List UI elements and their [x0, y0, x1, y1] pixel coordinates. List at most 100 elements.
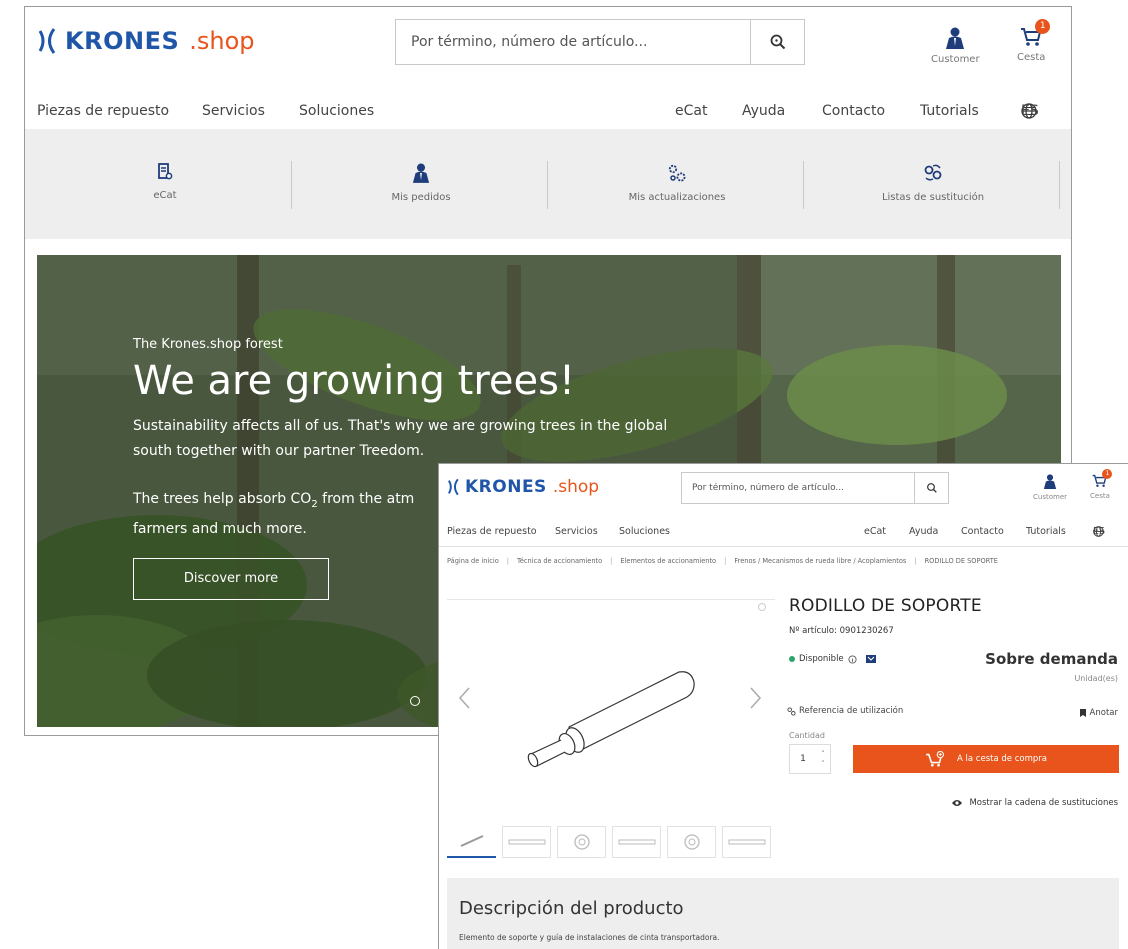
language-selector[interactable]: ES: [1021, 103, 1039, 119]
cart-label: Cesta: [1017, 52, 1046, 63]
quick-link-updates[interactable]: Mis actualizaciones: [549, 163, 805, 203]
divider: [439, 546, 1128, 547]
brand-name: KRONES: [465, 477, 547, 497]
thumbnail[interactable]: [612, 826, 661, 858]
quick-link-label: Mis actualizaciones: [628, 192, 726, 203]
chevron-up-icon[interactable]: ˄: [821, 749, 825, 759]
discover-more-button[interactable]: Discover more: [133, 557, 329, 600]
krones-logo-icon: [38, 28, 56, 54]
nav-item-solutions[interactable]: Soluciones: [619, 526, 670, 537]
nav-item-contact[interactable]: Contacto: [961, 526, 1004, 537]
breadcrumb-item[interactable]: Frenos / Mecanismos de rueda libre / Aco…: [734, 557, 906, 565]
thumbnail[interactable]: [557, 826, 606, 858]
krones-logo[interactable]: KRONES .shop: [447, 476, 599, 498]
substitution-chain-label: Mostrar la cadena de sustituciones: [969, 798, 1118, 808]
thumbnail-image: [508, 839, 545, 845]
thumbnail[interactable]: [447, 826, 496, 858]
previous-image-arrow[interactable]: [457, 686, 471, 710]
nav-item-spare-parts[interactable]: Piezas de repuesto: [447, 526, 537, 537]
cart-link[interactable]: 1 Cesta: [1090, 469, 1113, 500]
note-link[interactable]: Anotar: [1079, 708, 1118, 718]
hero-title: We are growing trees!: [133, 358, 575, 404]
breadcrumb-item[interactable]: Elementos de accionamiento: [620, 557, 716, 565]
customer-link[interactable]: Customer: [931, 27, 980, 65]
nav-item-help[interactable]: Ayuda: [742, 103, 785, 119]
nav-item-ecat[interactable]: eCat: [675, 103, 707, 119]
breadcrumb-item[interactable]: Página de inicio: [447, 557, 499, 565]
usage-reference-link[interactable]: Referencia de utilización: [787, 706, 903, 716]
thumbnail[interactable]: [722, 826, 771, 858]
search-button[interactable]: [750, 20, 804, 64]
language-selector[interactable]: ES: [1093, 526, 1105, 537]
nav-item-tutorials[interactable]: Tutorials: [920, 103, 979, 119]
search-button[interactable]: [914, 473, 948, 503]
nav-item-spare-parts[interactable]: Piezas de repuesto: [37, 103, 169, 119]
breadcrumb-separator: |: [506, 557, 509, 565]
person-icon: [1043, 474, 1057, 489]
usage-reference-label: Referencia de utilización: [799, 706, 904, 716]
main-nav: Piezas de repuesto Servicios Soluciones …: [439, 526, 1128, 542]
customer-link[interactable]: Customer: [1033, 474, 1067, 501]
cart-badge: 1: [1102, 469, 1113, 479]
thumbnail-image: [460, 835, 483, 847]
divider: [547, 161, 548, 209]
brand-name: KRONES: [65, 27, 180, 55]
gears-icon: [668, 164, 686, 182]
quick-link-orders[interactable]: Mis pedidos: [293, 163, 549, 203]
chevron-down-icon[interactable]: ˅: [821, 759, 825, 769]
language-label: ES: [1021, 103, 1039, 119]
availability-label: Disponible: [799, 654, 844, 664]
nav-item-contact[interactable]: Contacto: [822, 103, 885, 119]
hero-kicker: The Krones.shop forest: [133, 337, 283, 352]
description-body: Elemento de soporte y guía de instalacio…: [459, 933, 720, 942]
cart-label: Cesta: [1090, 492, 1110, 500]
search-input[interactable]: [396, 20, 750, 64]
customer-label: Customer: [1033, 493, 1068, 501]
zoom-icon[interactable]: [757, 602, 767, 612]
search-bar: [681, 472, 949, 504]
brand-suffix: .shop: [552, 477, 600, 497]
product-title: RODILLO DE SOPORTE: [789, 596, 982, 616]
search-bar: [395, 19, 805, 65]
customer-label: Customer: [931, 54, 980, 65]
quick-link-label: Mis pedidos: [391, 192, 451, 203]
add-to-cart-button[interactable]: A la cesta de compra: [853, 745, 1119, 773]
thumbnail[interactable]: [502, 826, 551, 858]
info-icon[interactable]: [848, 654, 857, 664]
krones-logo[interactable]: KRONES .shop: [37, 25, 255, 57]
quick-link-label: Listas de sustitución: [881, 192, 985, 203]
breadcrumb-item[interactable]: Técnica de accionamiento: [517, 557, 602, 565]
next-image-arrow[interactable]: [749, 686, 763, 710]
thumbnail-image: [728, 839, 765, 845]
nav-item-ecat[interactable]: eCat: [864, 526, 886, 537]
catalog-icon: [158, 163, 173, 180]
header: KRONES .shop Customer: [25, 7, 1071, 87]
substitution-chain-link[interactable]: Mostrar la cadena de sustituciones: [951, 798, 1118, 808]
divider: [803, 161, 804, 209]
hero-body-2-part: The trees help absorb CO: [133, 491, 312, 507]
nav-item-tutorials[interactable]: Tutorials: [1026, 526, 1066, 537]
link-icon: [787, 706, 796, 716]
quantity-stepper[interactable]: 1 ˄ ˅: [789, 744, 831, 774]
cart-badge: 1: [1035, 19, 1051, 34]
add-to-cart-label: A la cesta de compra: [957, 754, 1047, 764]
nav-item-services[interactable]: Servicios: [555, 526, 598, 537]
divider: [1059, 161, 1060, 209]
nav-item-services[interactable]: Servicios: [202, 103, 265, 119]
status-dot: [789, 656, 795, 662]
thumbnail-strip: [447, 826, 771, 858]
quantity-arrows[interactable]: ˄ ˅: [816, 745, 830, 773]
cart-link[interactable]: 1 Cesta: [1017, 19, 1051, 63]
nav-item-solutions[interactable]: Soluciones: [299, 103, 374, 119]
quick-link-substitution-lists[interactable]: Listas de sustitución: [805, 163, 1061, 203]
quick-links-bar: eCat Mis pedidos Mis actualizaciones Lis…: [25, 129, 1071, 239]
quantity-value[interactable]: 1: [790, 745, 816, 773]
thumbnail[interactable]: [667, 826, 716, 858]
nav-item-help[interactable]: Ayuda: [909, 526, 938, 537]
bookmark-icon: [1079, 709, 1086, 717]
quick-link-ecat[interactable]: eCat: [37, 163, 293, 201]
carousel-dot[interactable]: [410, 696, 420, 706]
person-icon: [412, 163, 430, 183]
krones-logo-icon: [448, 478, 459, 496]
search-input[interactable]: [682, 473, 914, 503]
